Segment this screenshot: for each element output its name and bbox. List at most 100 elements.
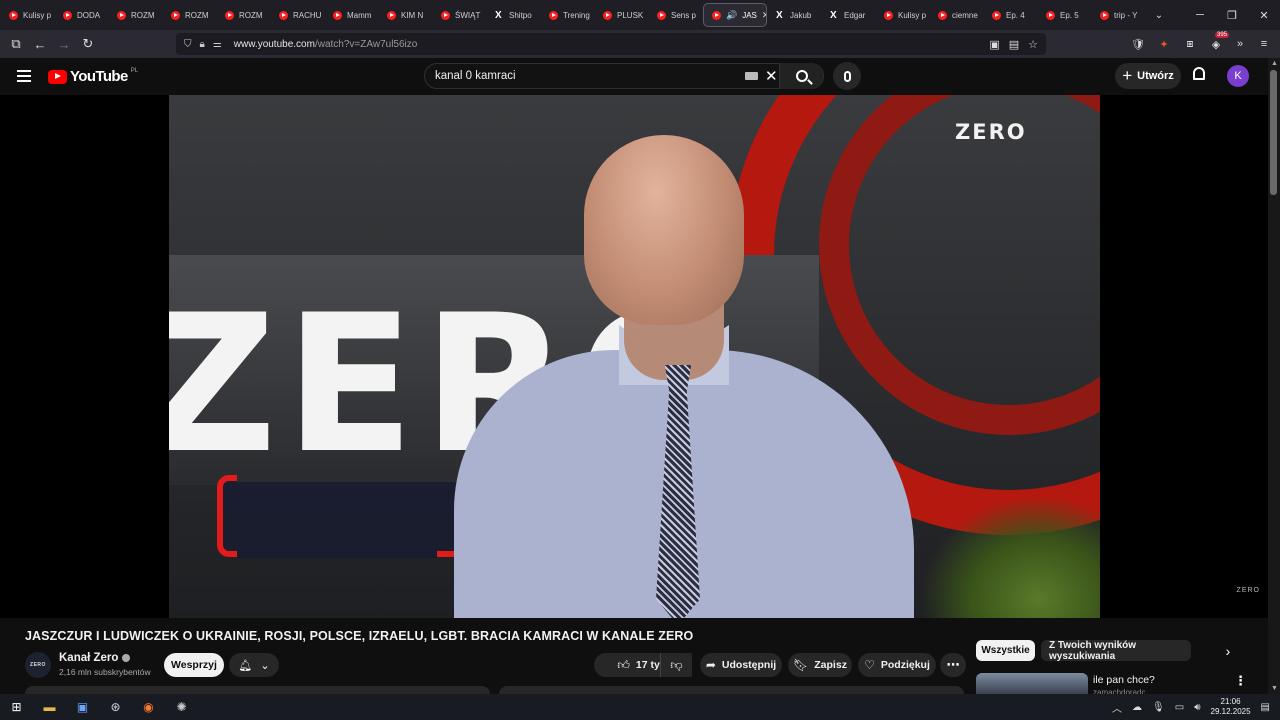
account-avatar[interactable]: K — [1227, 65, 1249, 87]
file-explorer-icon[interactable]: ▬ — [33, 694, 66, 720]
extension-ublock-icon[interactable]: ◈ 395 — [1205, 32, 1230, 55]
hamburger-menu-icon[interactable] — [17, 70, 31, 82]
search-input[interactable]: kanal 0 kamraci — [435, 70, 516, 82]
keyboard-icon[interactable] — [745, 72, 758, 80]
thanks-button[interactable]: ♡ Podziękuj — [858, 653, 936, 677]
screen: Kulisy p DODA ROZM ROZM ROZM RACHU Mamm … — [0, 0, 1280, 720]
search-box[interactable]: kanal 0 kamraci ✕ — [424, 63, 824, 89]
browser-tab[interactable]: Ep. 4 — [984, 3, 1037, 27]
close-tab-icon[interactable]: ✕ — [762, 10, 766, 21]
browser-tab[interactable]: trip - Y — [1092, 3, 1145, 27]
thumbs-up-icon: 👍︎ — [617, 657, 630, 672]
browser-tab[interactable]: X Shitpo — [487, 3, 540, 27]
browser-tab[interactable]: Ep. 5 — [1038, 3, 1091, 27]
windows-start-icon[interactable]: ⊞ — [0, 694, 33, 720]
browser-tab[interactable]: Kulisy p — [876, 3, 929, 27]
cloud-icon[interactable]: ☁ — [1132, 702, 1142, 713]
browser-tab[interactable]: ciemne — [930, 3, 983, 27]
scroll-up-arrow-icon[interactable]: ▲ — [1271, 60, 1278, 67]
browser-tab[interactable]: Sens p — [649, 3, 702, 27]
browser-tab[interactable]: ROZM — [217, 3, 270, 27]
scrollbar-thumb[interactable] — [1270, 70, 1277, 195]
browser-tab[interactable]: ŚWIĄT — [433, 3, 486, 27]
restore-icon[interactable]: ❐ — [1216, 0, 1248, 30]
save-button[interactable]: 🔖︎ Zapisz — [788, 653, 852, 677]
back-arrow-icon[interactable]: ← — [28, 32, 52, 56]
chips-next-chevron-icon[interactable]: › — [1218, 640, 1238, 661]
youtube-logo[interactable]: YouTube PL — [48, 68, 138, 85]
reader-view-icon[interactable]: ▤ — [1009, 38, 1019, 51]
permissions-icon[interactable]: ⚌ — [213, 39, 222, 50]
sidebar-toggle-icon[interactable]: ⧉ — [4, 32, 28, 56]
app-icon[interactable]: ✺ — [165, 694, 198, 720]
channel-name[interactable]: Kanał Zero — [59, 652, 131, 664]
search-button[interactable] — [779, 63, 823, 89]
chip-all[interactable]: Wszystkie — [976, 640, 1035, 661]
browser-tab[interactable]: ROZM — [109, 3, 162, 27]
browser-tab[interactable]: Mamm — [325, 3, 378, 27]
extensions-puzzle-icon[interactable]: ⧆ — [1179, 33, 1201, 55]
overflow-menu-chevron-icon[interactable]: » — [1229, 33, 1251, 55]
join-button[interactable]: Wesprzyj — [164, 653, 224, 677]
shield-icon[interactable]: ⛉ — [184, 39, 192, 50]
browser-tab[interactable]: Kulisy p — [1, 3, 54, 27]
browser-tab[interactable]: Trening — [541, 3, 594, 27]
browser-tab[interactable]: X Edgar — [822, 3, 875, 27]
more-actions-icon[interactable]: ⋯ — [940, 653, 966, 677]
related-video-title[interactable]: ile pan chce? — [1093, 674, 1155, 686]
firefox-icon[interactable]: ◉ — [132, 694, 165, 720]
browser-tab-strip: Kulisy p DODA ROZM ROZM ROZM RACHU Mamm … — [0, 0, 1280, 30]
related-more-icon[interactable]: ⋮ — [1234, 673, 1247, 689]
list-all-tabs-chevron-icon[interactable]: ⌄ — [1145, 10, 1173, 21]
browser-tab[interactable]: KIM N — [379, 3, 432, 27]
chip-from-search[interactable]: Z Twoich wyników wyszukiwania — [1041, 640, 1191, 662]
person-head — [584, 135, 744, 325]
notifications-icon[interactable]: ▤ — [1261, 702, 1270, 713]
volume-icon[interactable]: 🔊︎ — [1194, 702, 1200, 713]
create-button[interactable]: + Utwórz — [1115, 63, 1181, 89]
channel-avatar[interactable]: ZERO — [25, 652, 51, 678]
app-menu-icon[interactable]: ≡ — [1253, 33, 1275, 55]
subscribed-notifications-button[interactable]: 🔔︎ ⌄ — [229, 653, 279, 677]
browser-tab[interactable]: ROZM — [163, 3, 216, 27]
notifications-bell-icon[interactable] — [1190, 67, 1208, 85]
share-button[interactable]: ➦ Udostępnij — [700, 653, 782, 677]
extension-fox-icon[interactable]: ✦ — [1153, 33, 1175, 55]
address-bar[interactable]: ⛉ 🔒︎ ⚌ www.youtube.com/watch?v=ZAw7ul56i… — [176, 33, 1046, 55]
clock[interactable]: 21:06 29.12.2025 — [1211, 697, 1251, 717]
address-bar-actions: ▣ ▤ ☆ — [989, 38, 1046, 51]
forward-arrow-icon[interactable]: → — [52, 32, 76, 56]
clear-search-icon[interactable]: ✕ — [765, 67, 778, 85]
picture-in-picture-icon[interactable]: ▣ — [989, 38, 999, 51]
bookmark-star-icon[interactable]: ☆ — [1028, 38, 1038, 51]
monitor-app-icon[interactable]: ▣ — [66, 694, 99, 720]
lock-icon[interactable]: 🔒︎ — [200, 39, 205, 50]
comments-box[interactable] — [499, 686, 964, 694]
small-watermark: ZERO — [1236, 587, 1260, 594]
page-scrollbar[interactable]: ▲ ▼ — [1268, 58, 1280, 694]
minimize-icon[interactable]: ─ — [1184, 0, 1216, 30]
background-plant — [919, 495, 1100, 618]
close-window-icon[interactable]: ✕ — [1248, 0, 1280, 30]
browser-tab[interactable]: RACHU — [271, 3, 324, 27]
video-player[interactable]: ZERO ZERO ZERO — [0, 95, 1268, 618]
youtube-favicon-icon — [9, 10, 18, 20]
reload-icon[interactable]: ↻ — [76, 32, 100, 56]
description-box[interactable] — [25, 686, 490, 694]
tray-overflow-chevron-icon[interactable]: ︿ — [1112, 700, 1122, 715]
extension-shield-icon[interactable]: 🛡︎ — [1127, 33, 1149, 55]
scroll-down-arrow-icon[interactable]: ▼ — [1271, 685, 1278, 692]
steam-icon[interactable]: ⊛ — [99, 694, 132, 720]
related-video-thumbnail[interactable] — [976, 673, 1088, 694]
youtube-favicon-icon — [333, 10, 342, 20]
voice-search-mic-icon[interactable] — [833, 62, 861, 90]
microphone-icon[interactable]: 🎙︎ — [1152, 702, 1165, 713]
browser-tab[interactable]: DODA — [55, 3, 108, 27]
browser-tab[interactable]: PLUSK — [595, 3, 648, 27]
speaker-icon[interactable]: 🔊 — [726, 10, 737, 21]
network-icon[interactable]: ▭ — [1175, 702, 1184, 713]
browser-tab[interactable]: X Jakub — [768, 3, 821, 27]
browser-tab-active[interactable]: 🔊JAS✕ — [703, 3, 767, 27]
video-frame[interactable]: ZERO ZERO — [169, 95, 1100, 618]
dislike-button[interactable]: 👎︎ — [660, 653, 692, 677]
